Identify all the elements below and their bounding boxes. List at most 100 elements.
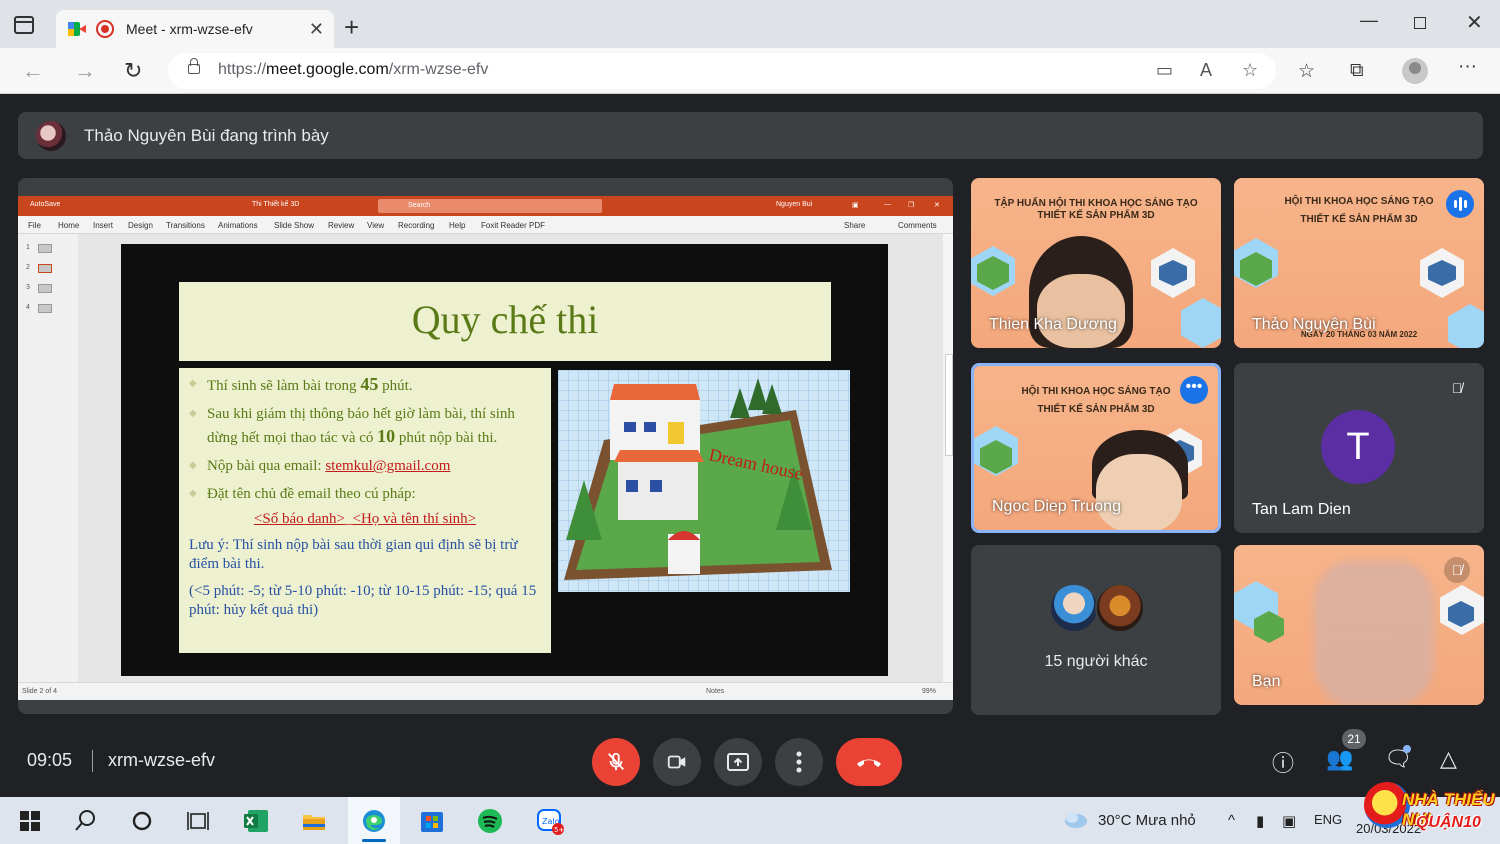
reload-icon[interactable]: ↻ [124,58,142,84]
favorites-icon[interactable]: ☆ [1298,60,1315,83]
avatar [1049,583,1099,633]
file-explorer-icon[interactable] [300,807,328,835]
ppt-status-bar: Slide 2 of 4 Notes 99% [18,682,953,700]
edge-icon[interactable] [360,807,388,835]
ppt-restore-icon: ❐ [908,202,915,209]
profile-icon[interactable] [1402,58,1428,84]
spotify-icon[interactable] [476,807,504,835]
meeting-time: 09:05 [27,750,73,770]
participant-tile[interactable]: HỘI THI KHOA HỌC SÁNG TẠO THIẾT KẾ SẢN P… [971,363,1221,533]
mic-off-button[interactable] [592,738,640,786]
ribbon-tab: File [28,221,41,230]
zoom-level: 99% [922,688,937,695]
weather-text[interactable]: 30°C Mưa nhỏ [1098,812,1196,829]
camera-icon[interactable]: ▭ [1156,60,1173,81]
present-button[interactable] [714,738,762,786]
email-syntax: <Số báo danh>_<Họ và tên thí sinh> [253,511,477,527]
ppt-scrollbar [943,234,953,682]
display-icon[interactable]: ▣ [1282,812,1296,830]
others-avatars [1049,583,1149,637]
store-icon[interactable] [418,807,446,835]
slide-thumbnails: 1 2 3 4 [18,234,78,682]
ribbon-tab: Transitions [166,221,205,230]
presenter-avatar [36,120,66,151]
video-feed [1096,454,1182,530]
ppt-ribbon: File Home Insert Design Transitions Anim… [18,216,953,234]
task-view-icon[interactable] [184,807,212,835]
lock-icon[interactable] [188,58,200,74]
participant-tile[interactable]: TẬP HUẤN HỘI THI KHOA HỌC SÁNG TẠO THIẾT… [971,178,1221,348]
participant-count-badge: 21 [1342,729,1366,749]
ribbon-tab: Insert [93,221,114,230]
self-tile[interactable]: 🎙̸ Bạn [1234,545,1484,705]
ppt-title-bar: AutoSave Thi Thiết kế 3D Search Nguyen B… [18,196,953,216]
tab-actions-icon[interactable] [14,16,34,34]
forward-icon[interactable]: → [74,58,96,84]
cortana-icon[interactable] [128,807,156,835]
zalo-icon[interactable]: Zalo5+ [536,807,564,835]
url-field[interactable]: https://meet.google.com/xrm-wzse-efv ▭ A… [168,53,1276,89]
ribbon-tab: Animations [218,221,258,230]
participant-tile[interactable]: HỘI THI KHOA HỌC SÁNG TẠO THIẾT KẾ SẢN P… [1234,178,1484,348]
people-icon[interactable]: 👥 [1326,746,1353,772]
divider [92,750,93,772]
participant-name: Thien Kha Dương [989,316,1117,333]
collections-icon[interactable]: ⧉ [1350,60,1364,82]
rule-bullet: Sau khi giám thị thông báo hết giờ làm b… [189,403,541,449]
minimize-icon[interactable]: — [1360,10,1378,31]
maximize-icon[interactable] [1414,17,1426,29]
ribbon-tab: Home [58,221,80,230]
zalo-badge: 5+ [554,826,564,834]
ppt-share-button: Share [844,221,866,230]
camera-button[interactable] [653,738,701,786]
more-icon[interactable]: ··· [1458,56,1477,78]
ribbon-tab: Slide Show [274,221,315,230]
speaking-icon [1446,190,1474,218]
rule-bullet: Nộp bài qua email: stemkul@gmail.com [189,455,541,477]
back-icon[interactable]: ← [22,58,44,84]
video-feed [1037,274,1125,348]
more-options-button[interactable] [775,738,823,786]
thumbnail: 1 [26,244,52,253]
participant-name: Ngoc Diep Truong [992,498,1121,515]
participant-tile[interactable]: 🎙̸ T Tan Lam Dien [1234,363,1484,533]
event-banner: THIẾT KẾ SẢN PHẨM 3D [1300,214,1418,225]
mic-off-icon: 🎙̸ [1444,557,1470,583]
ribbon-tab: Review [328,221,355,230]
slide-title-box: Quy chế thi [179,282,831,361]
tab-title: Meet - xrm-wzse-efv [126,21,253,37]
ppt-comments-button: Comments [898,221,937,230]
others-tile[interactable]: 15 người khác [971,545,1221,715]
thumbnail: 3 [26,284,52,293]
ppt-ribbon-display-icon: ▣ [852,202,859,209]
more-options-icon[interactable]: ••• [1180,376,1208,404]
brand-logo: NHÀ THIẾU NHI QUẬN10 [1350,772,1500,844]
add-favorite-icon[interactable]: ☆ [1242,60,1258,81]
address-bar: ← → ↻ https://meet.google.com/xrm-wzse-e… [0,48,1500,94]
search-icon[interactable] [72,807,100,835]
weather-icon[interactable] [1062,809,1090,831]
activities-icon[interactable]: △ [1440,746,1457,772]
avatar [1095,583,1145,633]
browser-tab[interactable]: Meet - xrm-wzse-efv ✕ [56,10,334,48]
more-vert-icon [796,751,802,773]
url-text[interactable]: https://meet.google.com/xrm-wzse-efv [218,61,488,79]
event-banner: THIẾT KẾ SẢN PHẨM 3D [1037,404,1155,415]
language-indicator[interactable]: ENG [1314,812,1342,827]
close-window-icon[interactable]: ✕ [1466,10,1483,35]
slide: Quy chế thi Thí sinh sẽ làm bài trong 45… [121,244,888,676]
microphone-icon[interactable]: ▮ [1256,812,1264,830]
new-tab-icon[interactable]: + [344,12,359,43]
windows-taskbar: Zalo 5+ 30°C Mưa nhỏ ^ ▮ ▣ ENG 20/03/2022 [0,797,1500,844]
read-aloud-icon[interactable]: A [1200,60,1212,81]
excel-icon[interactable] [242,807,270,835]
chevron-up-icon[interactable]: ^ [1228,812,1235,829]
hang-up-icon [857,759,881,767]
close-icon[interactable]: ✕ [309,19,324,40]
logo-text: QUẬN10 [1416,814,1481,831]
info-icon[interactable]: ⓘ [1272,746,1294,778]
windows-start-icon[interactable] [16,807,44,835]
tab-bar: Meet - xrm-wzse-efv ✕ + — ✕ [0,0,1500,48]
leave-call-button[interactable] [836,738,902,786]
screen-share-tile[interactable]: AutoSave Thi Thiết kế 3D Search Nguyen B… [18,178,953,714]
